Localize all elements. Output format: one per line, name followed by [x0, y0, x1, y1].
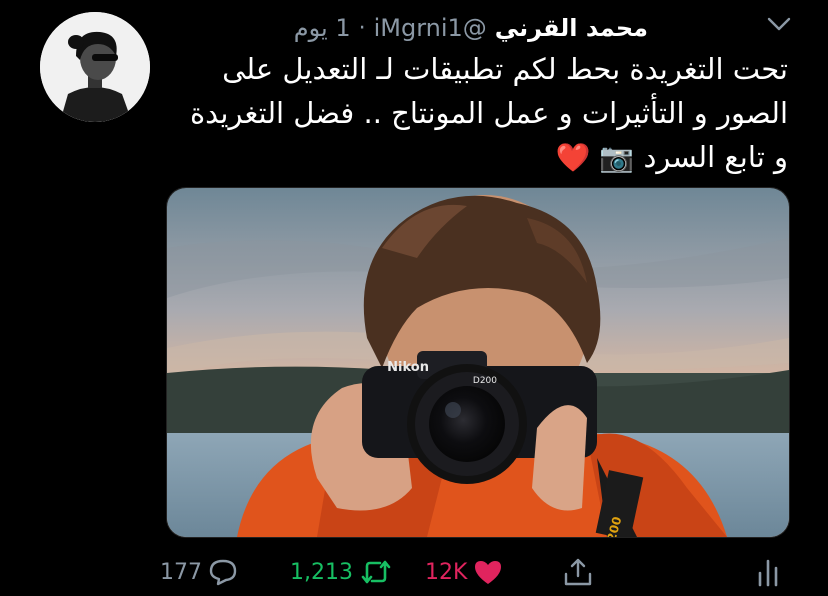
stats-icon — [756, 557, 780, 587]
tweet-actions: 177 1,213 12K — [150, 548, 790, 596]
camera-model: D200 — [473, 376, 497, 386]
tweet[interactable]: محمد القرني @iMgrni1 · 1 يوم تحت التغريد… — [0, 0, 828, 596]
tweet-text-line: و تابع السرد — [643, 140, 788, 174]
chevron-down-icon[interactable] — [764, 12, 794, 36]
like-count: 12K — [425, 559, 468, 585]
tweet-photo[interactable]: Nikon D200 D200 — [166, 187, 790, 538]
retweet-button[interactable]: 1,213 — [290, 558, 393, 586]
like-button[interactable]: 12K — [425, 558, 503, 586]
stats-button[interactable] — [756, 557, 780, 587]
author-handle[interactable]: @iMgrni1 — [374, 14, 487, 42]
tweet-header: محمد القرني @iMgrni1 · 1 يوم — [178, 10, 648, 46]
tweet-text-line: تحت التغريدة بحط لكم تطبيقات لـ التعديل … — [222, 52, 788, 86]
camera-heart-emojis: 📷 ❤️ — [555, 141, 635, 174]
reply-button[interactable]: 177 — [160, 558, 238, 586]
heart-icon — [473, 558, 503, 586]
share-button[interactable] — [562, 557, 594, 587]
avatar[interactable] — [40, 12, 150, 122]
tweet-text: تحت التغريدة بحط لكم تطبيقات لـ التعديل … — [148, 47, 788, 180]
author-name[interactable]: محمد القرني — [495, 14, 648, 42]
retweet-count: 1,213 — [290, 559, 353, 585]
tweet-text-line: الصور و التأثيرات و عمل المونتاج .. فضل … — [189, 96, 788, 130]
reply-count: 177 — [160, 559, 202, 585]
retweet-icon — [359, 558, 393, 586]
timestamp[interactable]: 1 يوم — [294, 14, 351, 42]
separator-dot: · — [358, 15, 366, 41]
tweet-text-line-last: و تابع السرد 📷 ❤️ — [148, 135, 788, 180]
camera-brand: Nikon — [387, 360, 429, 375]
share-icon — [562, 557, 594, 587]
reply-icon — [208, 558, 238, 586]
